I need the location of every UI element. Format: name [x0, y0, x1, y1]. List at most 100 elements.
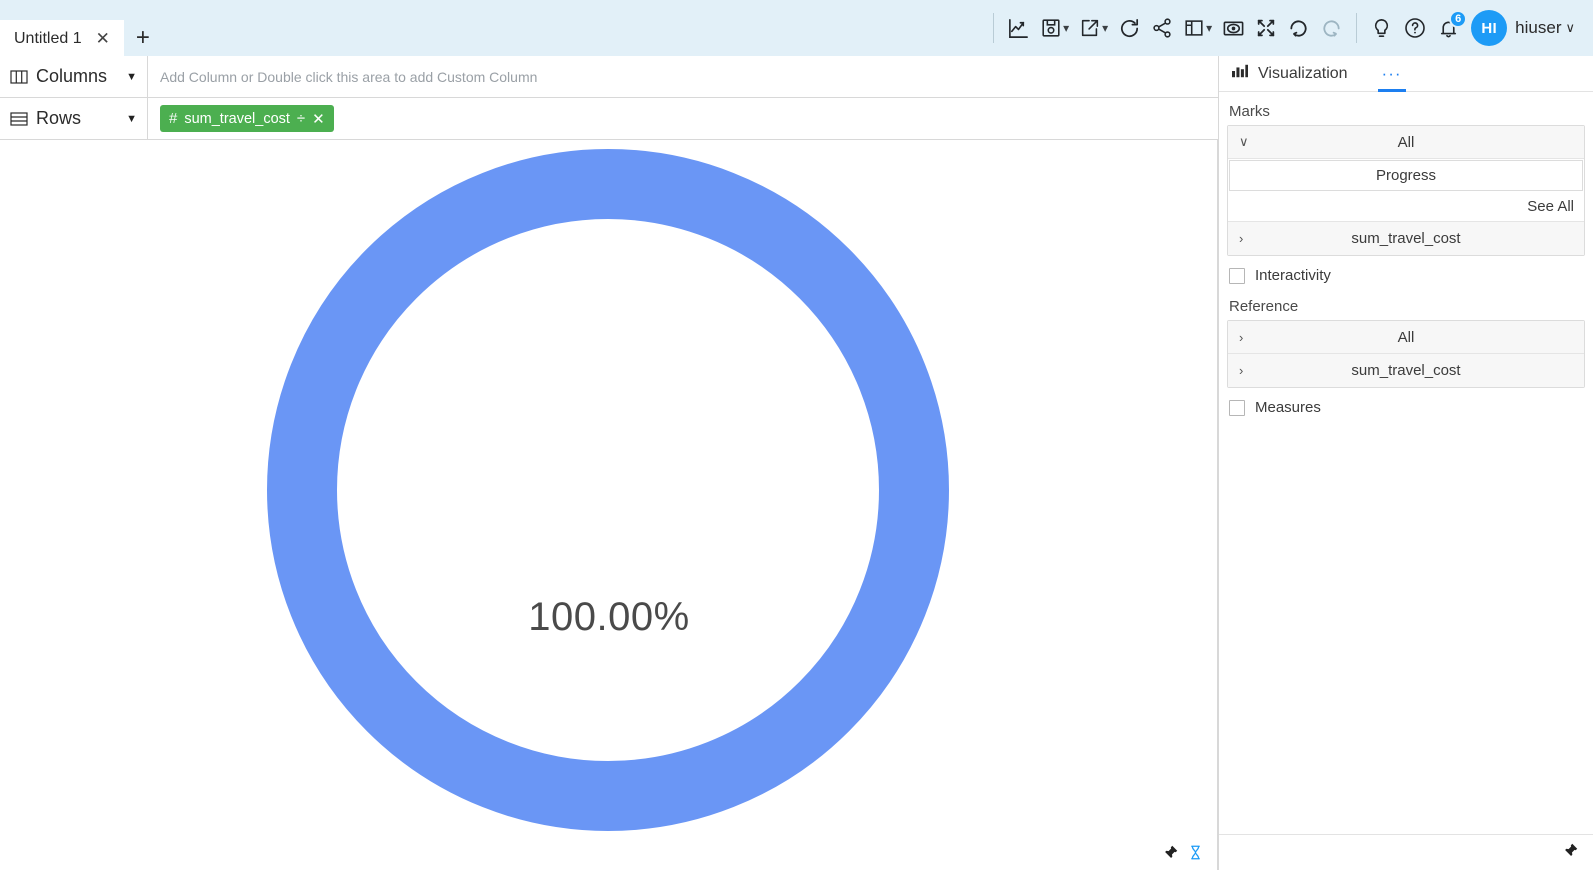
chevron-down-icon: ∨ — [1565, 20, 1575, 35]
refresh-icon-button[interactable] — [1113, 8, 1146, 48]
add-tab-button[interactable]: + — [124, 20, 162, 56]
undo-icon-button[interactable] — [1282, 8, 1315, 48]
layout-icon-button[interactable]: ▾ — [1178, 8, 1217, 48]
chevron-down-icon: ∨ — [1239, 134, 1249, 149]
donut-segment-sum-travel-cost[interactable] — [267, 149, 949, 831]
lightbulb-icon-button[interactable] — [1365, 8, 1398, 48]
redo-icon-button[interactable] — [1315, 8, 1348, 48]
save-icon-button[interactable]: ▾ — [1035, 8, 1074, 48]
share-icon — [1151, 17, 1173, 39]
avatar: HI — [1471, 10, 1508, 46]
page-title: Visualization — [1258, 64, 1348, 82]
visualization-panel-body: Marks ∨ All Progress See All › sum_trave… — [1219, 92, 1593, 834]
columns-icon — [10, 69, 28, 85]
reference-row-sum-travel-cost-label: sum_travel_cost — [1351, 362, 1461, 379]
columns-drop-area[interactable]: Add Column or Double click this area to … — [148, 56, 1218, 97]
preview-icon-button[interactable] — [1217, 8, 1250, 48]
toolbar-divider — [993, 13, 995, 43]
reference-row-all-label: All — [1397, 328, 1415, 346]
export-icon-button[interactable]: ▾ — [1074, 8, 1113, 48]
visualization-panel: Visualization ··· Marks ∨ All Progress S… — [1218, 56, 1593, 870]
interactivity-checkbox[interactable] — [1229, 267, 1245, 284]
chart-icon-button[interactable] — [1002, 8, 1035, 48]
reference-row-sum-travel-cost[interactable]: › sum_travel_cost — [1228, 354, 1584, 387]
pin-icon[interactable] — [1562, 842, 1579, 864]
remove-pill-icon[interactable]: ✕ — [312, 110, 325, 128]
share-icon-button[interactable] — [1146, 8, 1178, 48]
marks-row-sum-travel-cost[interactable]: › sum_travel_cost — [1228, 222, 1584, 255]
notification-badge: 6 — [1449, 10, 1468, 28]
marks-row-progress-label: Progress — [1375, 167, 1437, 184]
columns-placeholder: Add Column or Double click this area to … — [160, 68, 538, 85]
pin-icon[interactable] — [1162, 844, 1179, 866]
save-icon — [1040, 17, 1062, 39]
close-icon[interactable]: ✕ — [96, 30, 110, 47]
visualization-panel-footer — [1219, 834, 1593, 870]
measures-checkbox[interactable] — [1229, 399, 1245, 416]
marks-row-all[interactable]: ∨ All — [1228, 126, 1584, 159]
chevron-down-icon[interactable]: ▼ — [126, 71, 137, 83]
interactivity-checkbox-row[interactable]: Interactivity — [1227, 258, 1585, 291]
visualization-panel-title-group: Visualization — [1231, 63, 1348, 84]
measure-hash-icon: # — [169, 110, 178, 127]
chevron-down-icon[interactable]: ▼ — [126, 113, 137, 125]
marks-row-all-label: All — [1397, 133, 1415, 151]
section-label-reference: Reference — [1229, 298, 1299, 315]
donut-center-label: 100.00% — [528, 595, 690, 639]
refresh-icon — [1118, 17, 1141, 40]
marks-row-progress[interactable]: Progress — [1229, 160, 1583, 191]
columns-shelf[interactable]: Columns ▼ Add Column or Double click thi… — [0, 56, 1218, 98]
marks-see-all-link[interactable]: See All — [1228, 192, 1584, 222]
help-icon-button[interactable] — [1398, 8, 1432, 48]
chevron-right-icon: › — [1239, 231, 1244, 246]
visualization-icon — [1231, 63, 1249, 84]
fullscreen-icon-button[interactable] — [1250, 8, 1282, 48]
aggregate-icon[interactable]: ÷ — [297, 110, 305, 127]
visualization-panel-header: Visualization ··· — [1219, 56, 1593, 92]
reference-row-all[interactable]: › All — [1228, 321, 1584, 354]
reference-group: › All › sum_travel_cost — [1227, 320, 1585, 388]
chevron-right-icon: › — [1239, 363, 1244, 378]
chevron-down-icon: ▾ — [1063, 21, 1070, 35]
help-icon — [1403, 16, 1427, 40]
fullscreen-icon — [1255, 17, 1277, 39]
rows-drop-area[interactable]: # sum_travel_cost ÷ ✕ — [148, 98, 1218, 139]
rows-icon — [10, 111, 28, 127]
measures-label: Measures — [1255, 399, 1321, 416]
field-pill-label: sum_travel_cost — [184, 110, 290, 127]
user-menu[interactable]: HI hiuser ∨ — [1465, 10, 1585, 46]
export-icon — [1079, 17, 1101, 39]
donut-chart[interactable] — [0, 140, 1217, 840]
workbook-tab[interactable]: Untitled 1 ✕ — [0, 20, 124, 56]
interactivity-label: Interactivity — [1255, 267, 1331, 284]
hourglass-icon[interactable] — [1188, 844, 1203, 866]
chevron-down-icon: ▾ — [1102, 21, 1109, 35]
columns-shelf-label[interactable]: Columns ▼ — [0, 56, 148, 97]
field-pill-sum-travel-cost[interactable]: # sum_travel_cost ÷ ✕ — [160, 105, 334, 132]
toolbar-divider — [1356, 13, 1358, 43]
toolbar: ▾ ▾ ▾ 6 HI hiuser ∨ — [985, 0, 1593, 56]
rows-shelf-label[interactable]: Rows ▼ — [0, 98, 148, 139]
marks-see-all-label: See All — [1527, 198, 1574, 215]
columns-shelf-title: Columns — [36, 66, 108, 86]
measures-checkbox-row[interactable]: Measures — [1227, 390, 1585, 423]
panel-more-options-icon[interactable]: ··· — [1377, 65, 1406, 92]
notifications-button[interactable]: 6 — [1432, 8, 1468, 48]
lightbulb-icon — [1370, 17, 1393, 40]
chart-canvas: 100.00% — [0, 140, 1218, 870]
marks-row-sum-travel-cost-label: sum_travel_cost — [1351, 230, 1461, 247]
user-name: hiuser — [1515, 18, 1562, 37]
workbook-tab-label: Untitled 1 — [14, 29, 82, 47]
donut-chart-svg — [267, 149, 949, 831]
chevron-down-icon: ▾ — [1206, 21, 1213, 35]
canvas-footer — [1162, 844, 1203, 866]
layout-icon — [1183, 17, 1205, 39]
chevron-right-icon: › — [1239, 329, 1244, 345]
section-label-marks: Marks — [1229, 103, 1270, 120]
rows-shelf-title: Rows — [36, 108, 82, 128]
undo-icon — [1287, 17, 1310, 40]
chart-icon — [1007, 17, 1030, 40]
tab-strip: Untitled 1 ✕ + — [0, 0, 162, 56]
rows-shelf[interactable]: Rows ▼ # sum_travel_cost ÷ ✕ — [0, 98, 1218, 140]
